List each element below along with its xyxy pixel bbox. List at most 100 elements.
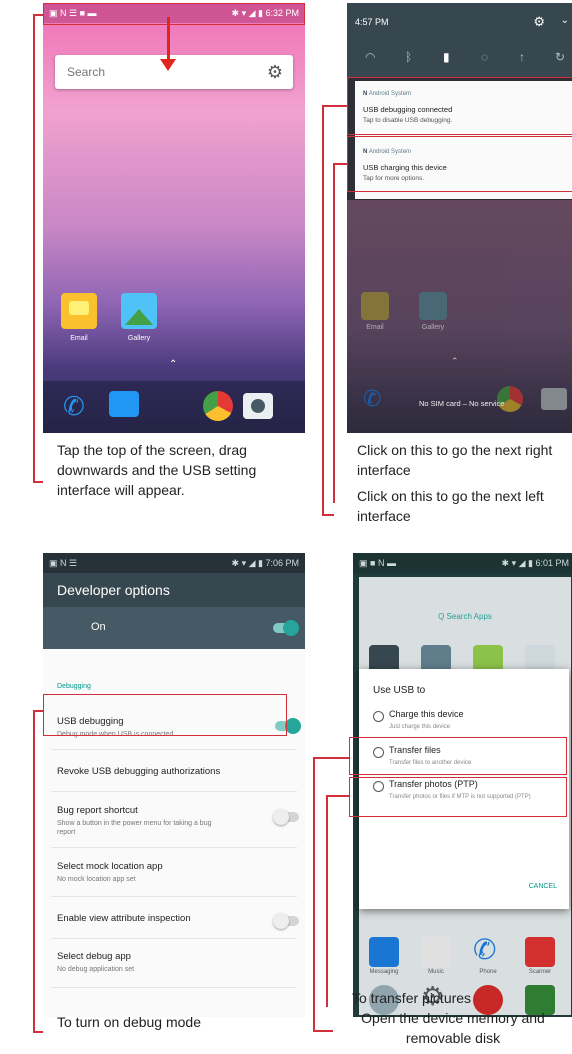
messaging-icon[interactable] — [369, 937, 399, 967]
callout-line — [326, 795, 349, 797]
app-label-gallery: Gallery — [127, 335, 151, 342]
radio-charge[interactable] — [373, 711, 384, 722]
notification-shade-panel: 4:57 PM ⚙ ⌄ ◠ ᛒ ▮ ◌ ↑ ↻ N Android System… — [347, 3, 572, 433]
wifi-icon[interactable]: ◠ — [365, 50, 375, 64]
flashlight-icon[interactable]: ↑ — [519, 50, 525, 64]
master-switch-label: On — [91, 621, 106, 633]
app-label-email: Email — [70, 335, 88, 342]
callout-line — [33, 481, 43, 483]
page-title: Developer options — [43, 573, 305, 607]
dock: ✆ — [43, 381, 305, 433]
chrome-icon[interactable] — [203, 391, 233, 421]
app-label-scanner: Scanner — [528, 969, 552, 975]
app-label-email: Email — [366, 324, 384, 331]
app-label-gallery: Gallery — [421, 324, 445, 331]
search-apps-label[interactable]: Q Search Apps — [365, 603, 565, 631]
callout-line — [322, 105, 347, 107]
highlight-transfer-files — [349, 737, 567, 775]
row-title-bug-report[interactable]: Bug report shortcut — [57, 805, 138, 816]
dnd-icon[interactable]: ◌ — [481, 50, 488, 64]
divider — [51, 938, 297, 939]
callout-line — [322, 105, 324, 515]
messages-icon[interactable] — [109, 391, 139, 417]
master-toggle[interactable] — [273, 620, 299, 636]
status-bar: ▣ ■ N ▬ ✱ ▾ ◢ ▮ 6:01 PM — [353, 553, 572, 573]
chevron-up-icon: ⌃ — [451, 356, 459, 366]
row-subtitle-mock-location: No mock location app set — [57, 876, 136, 883]
chevron-up-icon[interactable]: ⌃ — [169, 359, 177, 370]
caption-debug-mode: To turn on debug mode — [57, 1014, 201, 1030]
callout-line — [33, 14, 43, 16]
divider — [51, 987, 297, 988]
quick-settings-header: 4:57 PM ⚙ ⌄ ◠ ᛒ ▮ ◌ ↑ ↻ — [347, 3, 572, 78]
highlight-transfer-photos — [349, 777, 567, 817]
developer-master-switch-row[interactable]: On — [43, 607, 305, 649]
dialog-title: Use USB to — [373, 685, 426, 696]
app-label-music: Music — [428, 969, 444, 975]
chevron-down-icon[interactable]: ⌄ — [561, 15, 569, 26]
highlight-usb-debugging — [43, 694, 287, 736]
phone-icon: ✆ — [363, 386, 382, 411]
divider — [51, 896, 297, 897]
developer-options-panel: ▣ N ☰ ✱ ▾ ◢ ▮ 7:06 PM Developer options … — [43, 553, 305, 1017]
callout-line — [33, 1031, 43, 1033]
option-title-charge[interactable]: Charge this device — [389, 709, 464, 719]
highlight-notification-debugging — [347, 77, 572, 135]
status-bar: ▣ N ☰ ✱ ▾ ◢ ▮ 7:06 PM — [43, 553, 305, 573]
row-title-revoke-usb[interactable]: Revoke USB debugging authorizations — [57, 766, 220, 777]
divider — [51, 791, 297, 792]
callout-line — [33, 710, 43, 712]
bluetooth-icon[interactable]: ᛒ — [405, 50, 412, 64]
callout-line — [313, 1030, 333, 1032]
callout-line — [313, 757, 315, 1031]
status-time: 7:06 PM — [265, 558, 299, 568]
drag-down-arrow-head-icon — [160, 59, 176, 71]
divider — [51, 847, 297, 848]
caption-drag-down: Tap the top of the screen, drag downward… — [57, 442, 257, 498]
status-time: 6:01 PM — [535, 558, 569, 568]
notification-icons: ▣ N ☰ — [49, 558, 78, 568]
divider — [51, 749, 297, 750]
rotate-icon[interactable]: ↻ — [555, 50, 565, 64]
app-label-phone: Phone — [479, 969, 497, 975]
row-subtitle-debug-app: No debug application set — [57, 966, 135, 973]
gallery-icon[interactable] — [121, 293, 157, 329]
callout-line — [333, 163, 347, 165]
status-time: 4:57 PM — [355, 17, 389, 27]
camera-icon — [541, 388, 567, 410]
email-icon[interactable] — [61, 293, 97, 329]
row-title-debug-app[interactable]: Select debug app — [57, 951, 131, 962]
view-attribute-toggle[interactable] — [273, 913, 299, 929]
signal-icons: ✱ ▾ ◢ ▮ — [501, 558, 536, 568]
scanner-icon[interactable] — [525, 937, 555, 967]
cancel-button[interactable]: CANCEL — [529, 883, 557, 890]
row-title-view-attribute[interactable]: Enable view attribute inspection — [57, 913, 191, 924]
highlight-status-bar — [43, 3, 305, 25]
sim-status-text: No SIM card – No service — [419, 399, 505, 408]
home-screen-panel: ▣ N ☰ ■ ▬ ✱ ▾ ◢ ▮ 6:32 PM Search ⚙ Email… — [43, 3, 305, 433]
row-title-mock-location[interactable]: Select mock location app — [57, 861, 163, 872]
callout-line — [313, 757, 349, 759]
battery-icon[interactable]: ▮ — [443, 50, 450, 64]
caption-device-memory: Open the device memory and removable dis… — [361, 1010, 545, 1046]
camera-icon[interactable] — [243, 393, 273, 419]
caption-next-left: Click on this to go the next left interf… — [357, 488, 544, 524]
email-icon — [361, 292, 389, 320]
music-icon[interactable] — [421, 937, 451, 967]
callout-line — [33, 710, 35, 1032]
callout-line — [326, 795, 328, 1007]
app-label-messaging: Messaging — [369, 969, 399, 975]
caption-transfer-pictures: To transfer pictures — [352, 990, 472, 1006]
section-header: Debugging — [57, 683, 91, 690]
gear-icon[interactable]: ⚙ — [533, 14, 545, 30]
gear-icon[interactable]: ⚙ — [267, 62, 283, 83]
callout-line — [333, 163, 335, 503]
search-placeholder: Search — [67, 65, 106, 79]
phone-icon[interactable]: ✆ — [63, 391, 85, 422]
phone-icon[interactable]: ✆ — [473, 933, 496, 966]
bug-report-toggle[interactable] — [273, 809, 299, 825]
notification-icons: ▣ ■ N ▬ — [359, 558, 396, 568]
highlight-notification-charging — [347, 136, 572, 192]
option-subtitle-charge: Just charge this device — [389, 724, 451, 730]
gallery-icon — [419, 292, 447, 320]
